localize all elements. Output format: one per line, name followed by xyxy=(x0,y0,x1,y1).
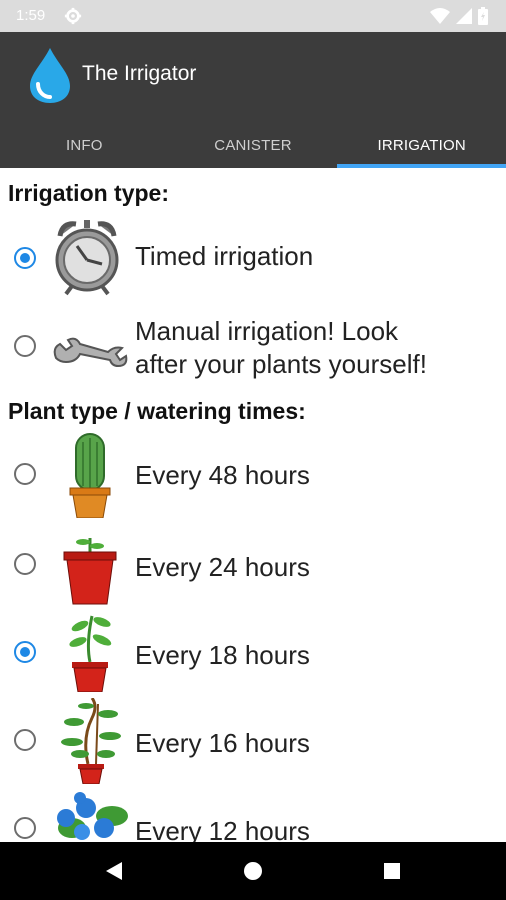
battery-icon xyxy=(478,7,488,25)
young-plant-icon xyxy=(69,615,112,692)
wifi-icon xyxy=(430,8,450,24)
climbing-plant-icon xyxy=(61,698,121,784)
option-every-48-hours[interactable]: Every 48 hours xyxy=(0,430,506,518)
tab-bar: INFO CANISTER IRRIGATION xyxy=(0,122,506,168)
every-48-hours-label: Every 48 hours xyxy=(135,460,310,490)
radio-every-48-hours[interactable] xyxy=(14,463,36,485)
irrigation-content: Irrigation type: Timed irrigation Manual… xyxy=(0,168,506,842)
blue-flowers-icon xyxy=(57,792,128,840)
home-icon[interactable] xyxy=(223,842,283,900)
app-bar: The Irrigator INFO CANISTER IRRIGATION xyxy=(0,32,506,168)
tab-irrigation[interactable]: IRRIGATION xyxy=(337,122,506,168)
manual-irrigation-label: Manual irrigation! Look after your plant… xyxy=(135,315,427,381)
radio-every-12-hours[interactable] xyxy=(14,817,36,839)
sprout-pot-icon xyxy=(63,538,117,605)
system-navigation-bar xyxy=(0,842,506,900)
status-bar: 1:59 xyxy=(0,0,506,32)
every-24-hours-label: Every 24 hours xyxy=(135,552,310,582)
tab-info[interactable]: INFO xyxy=(0,122,169,168)
option-every-16-hours[interactable]: Every 16 hours xyxy=(0,698,506,784)
every-18-hours-label: Every 18 hours xyxy=(135,640,310,670)
radio-manual-irrigation[interactable] xyxy=(14,335,36,357)
alarm-clock-icon xyxy=(55,220,119,296)
recents-icon[interactable] xyxy=(362,842,422,900)
wrench-icon xyxy=(53,337,128,368)
radio-every-24-hours[interactable] xyxy=(14,553,36,575)
every-16-hours-label: Every 16 hours xyxy=(135,728,310,758)
status-time: 1:59 xyxy=(16,7,46,24)
gear-icon xyxy=(64,7,82,25)
app-title: The Irrigator xyxy=(82,62,197,85)
timed-irrigation-label: Timed irrigation xyxy=(135,241,314,271)
manual-irrigation-line-2: after your plants yourself! xyxy=(135,349,427,379)
back-icon[interactable] xyxy=(84,842,144,900)
tab-canister[interactable]: CANISTER xyxy=(169,122,338,168)
option-every-24-hours[interactable]: Every 24 hours xyxy=(0,530,506,606)
option-every-18-hours[interactable]: Every 18 hours xyxy=(0,612,506,692)
manual-irrigation-line-1: Manual irrigation! Look xyxy=(135,316,399,346)
irrigation-type-heading: Irrigation type: xyxy=(8,180,170,206)
radio-every-16-hours[interactable] xyxy=(14,729,36,751)
every-12-hours-label: Every 12 hours xyxy=(135,816,310,842)
radio-every-18-hours[interactable] xyxy=(14,641,36,663)
option-manual-irrigation[interactable]: Manual irrigation! Look after your plant… xyxy=(0,312,506,386)
option-every-12-hours[interactable]: Every 12 hours xyxy=(0,788,506,842)
signal-icon xyxy=(456,8,472,24)
water-drop-logo-icon xyxy=(30,48,70,103)
plant-type-heading: Plant type / watering times: xyxy=(8,398,306,424)
radio-timed-irrigation[interactable] xyxy=(14,247,36,269)
option-timed-irrigation[interactable]: Timed irrigation xyxy=(0,216,506,302)
cactus-icon xyxy=(69,433,111,518)
